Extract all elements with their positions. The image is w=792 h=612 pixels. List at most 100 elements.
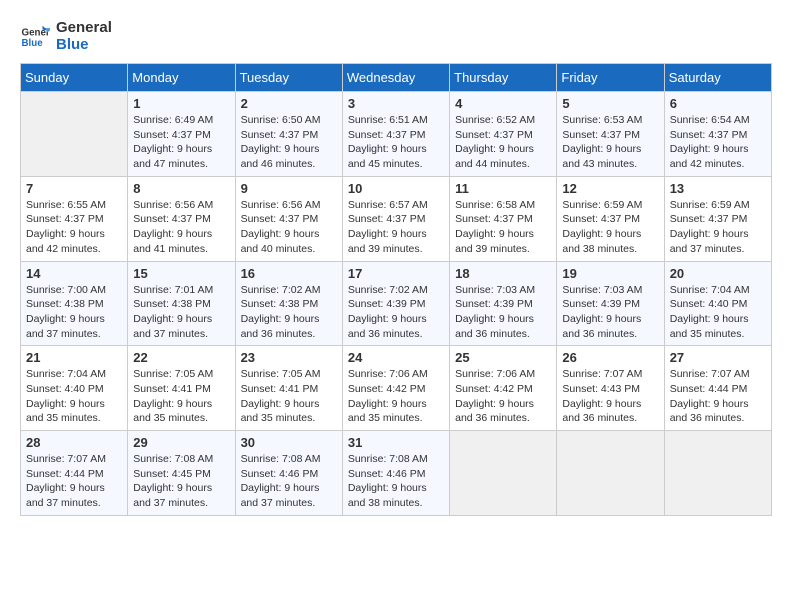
calendar-cell bbox=[557, 431, 664, 516]
cell-info: Sunrise: 6:53 AMSunset: 4:37 PMDaylight:… bbox=[562, 113, 658, 172]
calendar-cell: 28Sunrise: 7:07 AMSunset: 4:44 PMDayligh… bbox=[21, 431, 128, 516]
day-number: 29 bbox=[133, 435, 229, 450]
day-number: 1 bbox=[133, 96, 229, 111]
calendar-cell: 30 Sunrise: 7:08 AMSunset: 4:46 PMDayligh… bbox=[235, 431, 342, 516]
cell-info: Sunrise: 7:00 AMSunset: 4:38 PMDaylight:… bbox=[26, 283, 122, 342]
header: General Blue General Blue bbox=[20, 20, 772, 53]
cell-info: Sunrise: 7:03 AMSunset: 4:39 PMDaylight:… bbox=[455, 283, 551, 342]
cell-info: Sunrise: 7:05 AMSunset: 4:41 PMDaylight:… bbox=[241, 367, 337, 426]
calendar-cell: 1 Sunrise: 6:49 AMSunset: 4:37 PMDaylight… bbox=[128, 92, 235, 177]
day-number: 25 bbox=[455, 350, 551, 365]
day-number: 4 bbox=[455, 96, 551, 111]
weekday-header: Tuesday bbox=[235, 64, 342, 92]
day-number: 24 bbox=[348, 350, 444, 365]
day-number: 6 bbox=[670, 96, 766, 111]
cell-info: Sunrise: 7:08 AMSunset: 4:46 PMDaylight:… bbox=[241, 452, 337, 511]
calendar-week-row: 7 Sunrise: 6:55 AMSunset: 4:37 PMDaylight… bbox=[21, 176, 772, 261]
day-number: 8 bbox=[133, 181, 229, 196]
calendar-cell: 26 Sunrise: 7:07 AMSunset: 4:43 PMDayligh… bbox=[557, 346, 664, 431]
calendar-week-row: 1 Sunrise: 6:49 AMSunset: 4:37 PMDaylight… bbox=[21, 92, 772, 177]
day-number: 17 bbox=[348, 266, 444, 281]
day-number: 14 bbox=[26, 266, 122, 281]
cell-info: Sunrise: 7:02 AMSunset: 4:39 PMDaylight:… bbox=[348, 283, 444, 342]
calendar-cell: 15 Sunrise: 7:01 AMSunset: 4:38 PMDayligh… bbox=[128, 261, 235, 346]
day-number: 20 bbox=[670, 266, 766, 281]
cell-info: Sunrise: 6:59 AMSunset: 4:37 PMDaylight:… bbox=[670, 198, 766, 257]
calendar-cell: 14 Sunrise: 7:00 AMSunset: 4:38 PMDayligh… bbox=[21, 261, 128, 346]
calendar-table: SundayMondayTuesdayWednesdayThursdayFrid… bbox=[20, 63, 772, 516]
calendar-cell: 7 Sunrise: 6:55 AMSunset: 4:37 PMDaylight… bbox=[21, 176, 128, 261]
cell-info: Sunrise: 7:08 AMSunset: 4:46 PMDaylight:… bbox=[348, 452, 444, 511]
calendar-cell: 21 Sunrise: 7:04 AMSunset: 4:40 PMDayligh… bbox=[21, 346, 128, 431]
weekday-header: Friday bbox=[557, 64, 664, 92]
day-number: 9 bbox=[241, 181, 337, 196]
calendar-cell: 29 Sunrise: 7:08 AMSunset: 4:45 PMDayligh… bbox=[128, 431, 235, 516]
calendar-week-row: 14 Sunrise: 7:00 AMSunset: 4:38 PMDayligh… bbox=[21, 261, 772, 346]
day-number: 7 bbox=[26, 181, 122, 196]
cell-info: Sunrise: 6:50 AMSunset: 4:37 PMDaylight:… bbox=[241, 113, 337, 172]
day-number: 15 bbox=[133, 266, 229, 281]
calendar-cell: 25 Sunrise: 7:06 AMSunset: 4:42 PMDayligh… bbox=[450, 346, 557, 431]
day-number: 27 bbox=[670, 350, 766, 365]
cell-info: Sunrise: 7:06 AMSunset: 4:42 PMDaylight:… bbox=[348, 367, 444, 426]
day-number: 5 bbox=[562, 96, 658, 111]
cell-info: Sunrise: 6:55 AMSunset: 4:37 PMDaylight:… bbox=[26, 198, 122, 257]
svg-text:Blue: Blue bbox=[22, 38, 44, 49]
calendar-cell: 17 Sunrise: 7:02 AMSunset: 4:39 PMDayligh… bbox=[342, 261, 449, 346]
day-number: 3 bbox=[348, 96, 444, 111]
cell-info: Sunrise: 7:08 AMSunset: 4:45 PMDaylight:… bbox=[133, 452, 229, 511]
cell-info: Sunrise: 6:56 AMSunset: 4:37 PMDaylight:… bbox=[241, 198, 337, 257]
calendar-cell: 6Sunrise: 6:54 AMSunset: 4:37 PMDaylight… bbox=[664, 92, 771, 177]
calendar-cell: 23 Sunrise: 7:05 AMSunset: 4:41 PMDayligh… bbox=[235, 346, 342, 431]
day-number: 11 bbox=[455, 181, 551, 196]
calendar-cell: 2 Sunrise: 6:50 AMSunset: 4:37 PMDaylight… bbox=[235, 92, 342, 177]
cell-info: Sunrise: 6:58 AMSunset: 4:37 PMDaylight:… bbox=[455, 198, 551, 257]
calendar-cell bbox=[21, 92, 128, 177]
cell-info: Sunrise: 6:57 AMSunset: 4:37 PMDaylight:… bbox=[348, 198, 444, 257]
day-number: 26 bbox=[562, 350, 658, 365]
cell-info: Sunrise: 7:01 AMSunset: 4:38 PMDaylight:… bbox=[133, 283, 229, 342]
calendar-cell: 12Sunrise: 6:59 AMSunset: 4:37 PMDayligh… bbox=[557, 176, 664, 261]
calendar-cell: 11 Sunrise: 6:58 AMSunset: 4:37 PMDayligh… bbox=[450, 176, 557, 261]
day-number: 10 bbox=[348, 181, 444, 196]
weekday-header: Thursday bbox=[450, 64, 557, 92]
day-number: 2 bbox=[241, 96, 337, 111]
cell-info: Sunrise: 7:07 AMSunset: 4:44 PMDaylight:… bbox=[26, 452, 122, 511]
cell-info: Sunrise: 6:51 AMSunset: 4:37 PMDaylight:… bbox=[348, 113, 444, 172]
calendar-header-row: SundayMondayTuesdayWednesdayThursdayFrid… bbox=[21, 64, 772, 92]
calendar-cell: 31 Sunrise: 7:08 AMSunset: 4:46 PMDayligh… bbox=[342, 431, 449, 516]
calendar-cell: 22Sunrise: 7:05 AMSunset: 4:41 PMDayligh… bbox=[128, 346, 235, 431]
cell-info: Sunrise: 6:49 AMSunset: 4:37 PMDaylight:… bbox=[133, 113, 229, 172]
calendar-cell: 10 Sunrise: 6:57 AMSunset: 4:37 PMDayligh… bbox=[342, 176, 449, 261]
cell-info: Sunrise: 7:04 AMSunset: 4:40 PMDaylight:… bbox=[670, 283, 766, 342]
calendar-cell: 8Sunrise: 6:56 AMSunset: 4:37 PMDaylight… bbox=[128, 176, 235, 261]
logo-text-general: General bbox=[56, 20, 112, 37]
day-number: 16 bbox=[241, 266, 337, 281]
calendar-cell: 4 Sunrise: 6:52 AMSunset: 4:37 PMDaylight… bbox=[450, 92, 557, 177]
calendar-cell: 3 Sunrise: 6:51 AMSunset: 4:37 PMDaylight… bbox=[342, 92, 449, 177]
day-number: 12 bbox=[562, 181, 658, 196]
calendar-cell bbox=[664, 431, 771, 516]
day-number: 22 bbox=[133, 350, 229, 365]
calendar-cell bbox=[450, 431, 557, 516]
calendar-cell: 27Sunrise: 7:07 AMSunset: 4:44 PMDayligh… bbox=[664, 346, 771, 431]
calendar-cell: 18 Sunrise: 7:03 AMSunset: 4:39 PMDayligh… bbox=[450, 261, 557, 346]
logo: General Blue General Blue bbox=[20, 20, 112, 53]
day-number: 18 bbox=[455, 266, 551, 281]
cell-info: Sunrise: 7:06 AMSunset: 4:42 PMDaylight:… bbox=[455, 367, 551, 426]
cell-info: Sunrise: 6:52 AMSunset: 4:37 PMDaylight:… bbox=[455, 113, 551, 172]
day-number: 30 bbox=[241, 435, 337, 450]
calendar-cell: 24 Sunrise: 7:06 AMSunset: 4:42 PMDayligh… bbox=[342, 346, 449, 431]
weekday-header: Wednesday bbox=[342, 64, 449, 92]
cell-info: Sunrise: 7:04 AMSunset: 4:40 PMDaylight:… bbox=[26, 367, 122, 426]
logo-text-blue: Blue bbox=[56, 37, 112, 54]
day-number: 23 bbox=[241, 350, 337, 365]
calendar-cell: 13Sunrise: 6:59 AMSunset: 4:37 PMDayligh… bbox=[664, 176, 771, 261]
cell-info: Sunrise: 7:07 AMSunset: 4:43 PMDaylight:… bbox=[562, 367, 658, 426]
day-number: 19 bbox=[562, 266, 658, 281]
day-number: 21 bbox=[26, 350, 122, 365]
calendar-week-row: 28Sunrise: 7:07 AMSunset: 4:44 PMDayligh… bbox=[21, 431, 772, 516]
day-number: 31 bbox=[348, 435, 444, 450]
calendar-cell: 19Sunrise: 7:03 AMSunset: 4:39 PMDayligh… bbox=[557, 261, 664, 346]
calendar-cell: 16Sunrise: 7:02 AMSunset: 4:38 PMDayligh… bbox=[235, 261, 342, 346]
